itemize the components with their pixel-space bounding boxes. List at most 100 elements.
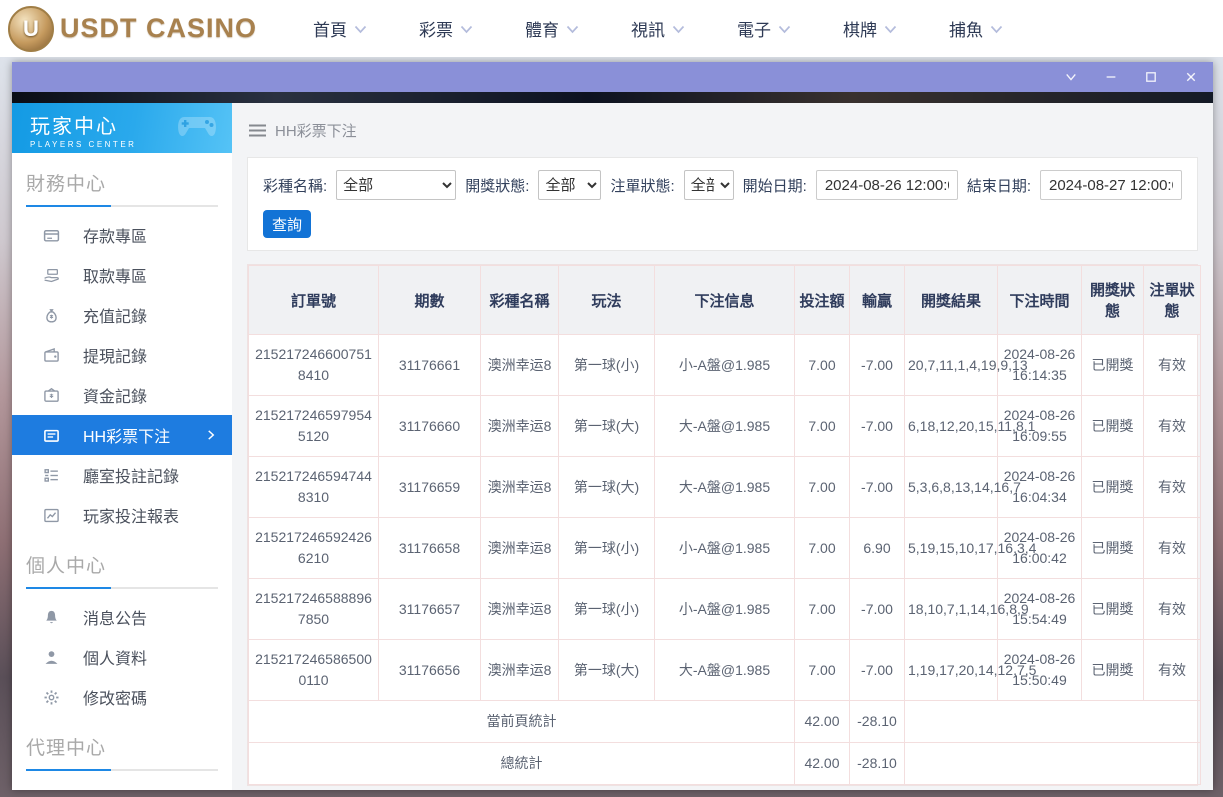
sidebar-item-label: 消息公告	[83, 611, 148, 628]
app-window: 玩家中心 PLAYERS CENTER 財務中心 存款專區 取款專區 充值記錄 提現記錄…	[12, 62, 1213, 790]
cell-bet-info: 大-A盤@1.985	[654, 456, 795, 518]
maximize-icon[interactable]	[1143, 69, 1159, 85]
end-date-input[interactable]	[1040, 170, 1182, 200]
sidebar-item[interactable]: HH彩票下注	[12, 415, 232, 455]
sidebar-section-title: 個人中心	[26, 556, 107, 577]
cell-draw-result: 5,19,15,10,17,16,3,4	[904, 517, 1036, 579]
cell-order-status: 有效	[1143, 517, 1201, 579]
gear-icon	[43, 689, 60, 706]
sidebar-item[interactable]: 廳室投註記錄	[12, 455, 232, 495]
sidebar-item-label: 資金記錄	[83, 389, 148, 406]
cell-win-loss: -7.00	[849, 578, 905, 640]
lottery-bet-icon	[43, 427, 60, 444]
table-row: 2152172466007518410 31176661 澳洲幸运8 第一球(小) 小-…	[248, 334, 1201, 396]
cell-order-no: 2152172465979545120	[248, 395, 379, 457]
sidebar-item-label: 個人資料	[83, 651, 148, 668]
sidebar-section-title: 財務中心	[26, 174, 107, 195]
cell-play: 第一球(小)	[558, 517, 655, 579]
lottery-name-label: 彩種名稱:	[263, 177, 328, 195]
column-header: 期數	[378, 265, 481, 335]
cell-period: 31176659	[378, 456, 481, 518]
nav-item-label: 棋牌	[843, 21, 878, 40]
sidebar-item[interactable]: 提現記錄	[12, 335, 232, 375]
cell-order-status: 有效	[1143, 639, 1201, 701]
cell-period: 31176661	[378, 334, 481, 396]
nav-item-3[interactable]: 體育	[525, 16, 579, 41]
cell-draw-status: 已開獎	[1081, 395, 1144, 457]
cell-bet-amount: 7.00	[794, 517, 850, 579]
cell-bet-amount: 7.00	[794, 395, 850, 457]
sidebar-section-title: 代理中心	[26, 738, 107, 759]
section-underline	[26, 769, 218, 771]
table-row: 2152172465888967850 31176657 澳洲幸运8 第一球(小) 小-…	[248, 578, 1201, 640]
column-header: 下注時間	[997, 265, 1082, 335]
cell-order-no: 2152172465924266210	[248, 517, 379, 579]
nav-item-7[interactable]: 捕魚	[949, 16, 1003, 41]
cell-win-loss: -7.00	[849, 456, 905, 518]
cell-bet-info: 大-A盤@1.985	[654, 639, 795, 701]
close-icon[interactable]	[1183, 69, 1199, 85]
nav-item-2[interactable]: 彩票	[419, 16, 473, 41]
draw-status-select[interactable]: 全部	[538, 170, 602, 200]
chevron-down-icon	[672, 19, 685, 39]
sidebar-item-label: 玩家投注報表	[83, 509, 180, 526]
sidebar-item[interactable]: 取款專區	[12, 255, 232, 295]
nav-item-1[interactable]: 首頁	[313, 16, 367, 41]
bet-table-body: 2152172466007518410 31176661 澳洲幸运8 第一球(小) 小-…	[248, 334, 1201, 785]
sidebar-item[interactable]: 玩家投注報表	[12, 495, 232, 535]
bet-table: 訂單號 期數 彩種名稱 玩法 下注信息 投注額 輸贏 開獎結果 下注時間 開獎狀態 注單狀態 215…	[248, 265, 1201, 785]
lottery-name-select[interactable]: 全部	[336, 170, 457, 200]
cell-draw-status: 已開獎	[1081, 456, 1144, 518]
cell-draw-result: 6,18,12,20,15,11,8,1	[904, 395, 1035, 457]
cell-period: 31176656	[378, 639, 481, 701]
sidebar-item-label: 取款專區	[83, 269, 148, 286]
bell-icon	[43, 609, 60, 626]
sidebar-item-label: 提現記錄	[83, 349, 148, 366]
column-header: 訂單號	[248, 265, 379, 335]
nav-item-label: 捕魚	[949, 21, 984, 40]
cell-draw-result: 1,19,17,20,14,12,7,5	[904, 639, 1036, 701]
column-header: 開獎結果	[904, 265, 998, 335]
order-status-select[interactable]: 全部	[683, 170, 734, 200]
nav-item-6[interactable]: 棋牌	[843, 16, 897, 41]
nav-item-4[interactable]: 視訊	[631, 16, 685, 41]
cell-bet-amount: 7.00	[794, 639, 850, 701]
sidebar-item[interactable]: 消息公告	[12, 597, 232, 637]
sidebar-item[interactable]: 充值記錄	[12, 295, 232, 335]
column-header: 玩法	[558, 265, 655, 335]
chevron-down-icon[interactable]	[1063, 69, 1079, 85]
bet-table-card: 訂單號 期數 彩種名稱 玩法 下注信息 投注額 輸贏 開獎結果 下注時間 開獎狀態 注單狀態 215…	[247, 264, 1201, 786]
cell-win-loss: -7.00	[849, 395, 905, 457]
funds-record-icon	[43, 387, 60, 404]
sidebar-item-label: 廳室投註記錄	[83, 469, 180, 486]
cell-lottery: 澳洲幸运8	[480, 639, 559, 701]
cell-bet-info: 小-A盤@1.985	[654, 517, 795, 579]
sidebar-item[interactable]: 存款專區	[12, 215, 232, 255]
window-titlebar	[12, 62, 1213, 92]
site-logo[interactable]: U USDT CASINO	[8, 5, 257, 52]
cell-play: 第一球(大)	[558, 395, 655, 457]
sidebar-item[interactable]: 個人資料	[12, 637, 232, 677]
start-date-input[interactable]	[815, 170, 958, 200]
section-underline	[26, 205, 218, 207]
site-top-nav: U USDT CASINO 首頁 彩票 體育 視訊 電子 棋牌 捕魚	[0, 0, 1223, 57]
gamepad-icon	[176, 111, 218, 146]
cell-draw-status: 已開獎	[1081, 334, 1144, 396]
window-banner-strip	[12, 92, 1213, 103]
sidebar-item[interactable]: 代理規則說明	[12, 779, 232, 790]
summary-bet-amount: 42.00	[794, 742, 850, 785]
money-bag-icon	[43, 307, 60, 324]
cell-order-status: 有效	[1143, 456, 1201, 518]
main-content: HH彩票下注 彩種名稱: 全部 開獎狀態: 全部 注單狀態: 全部 開始日期: …	[232, 103, 1213, 790]
sidebar-item-label: 充值記錄	[83, 309, 148, 326]
cell-play: 第一球(大)	[558, 456, 655, 518]
cell-lottery: 澳洲幸运8	[480, 456, 559, 518]
cell-lottery: 澳洲幸运8	[480, 517, 559, 579]
sidebar-item[interactable]: 修改密碼	[12, 677, 232, 717]
hamburger-icon[interactable]	[249, 124, 266, 137]
search-button[interactable]: 查詢	[263, 210, 311, 238]
minimize-icon[interactable]	[1103, 69, 1119, 85]
sidebar-item[interactable]: 資金記錄	[12, 375, 232, 415]
nav-item-5[interactable]: 電子	[737, 16, 791, 41]
page-summary-row: 當前頁統計 42.00 -28.10	[248, 700, 1201, 743]
